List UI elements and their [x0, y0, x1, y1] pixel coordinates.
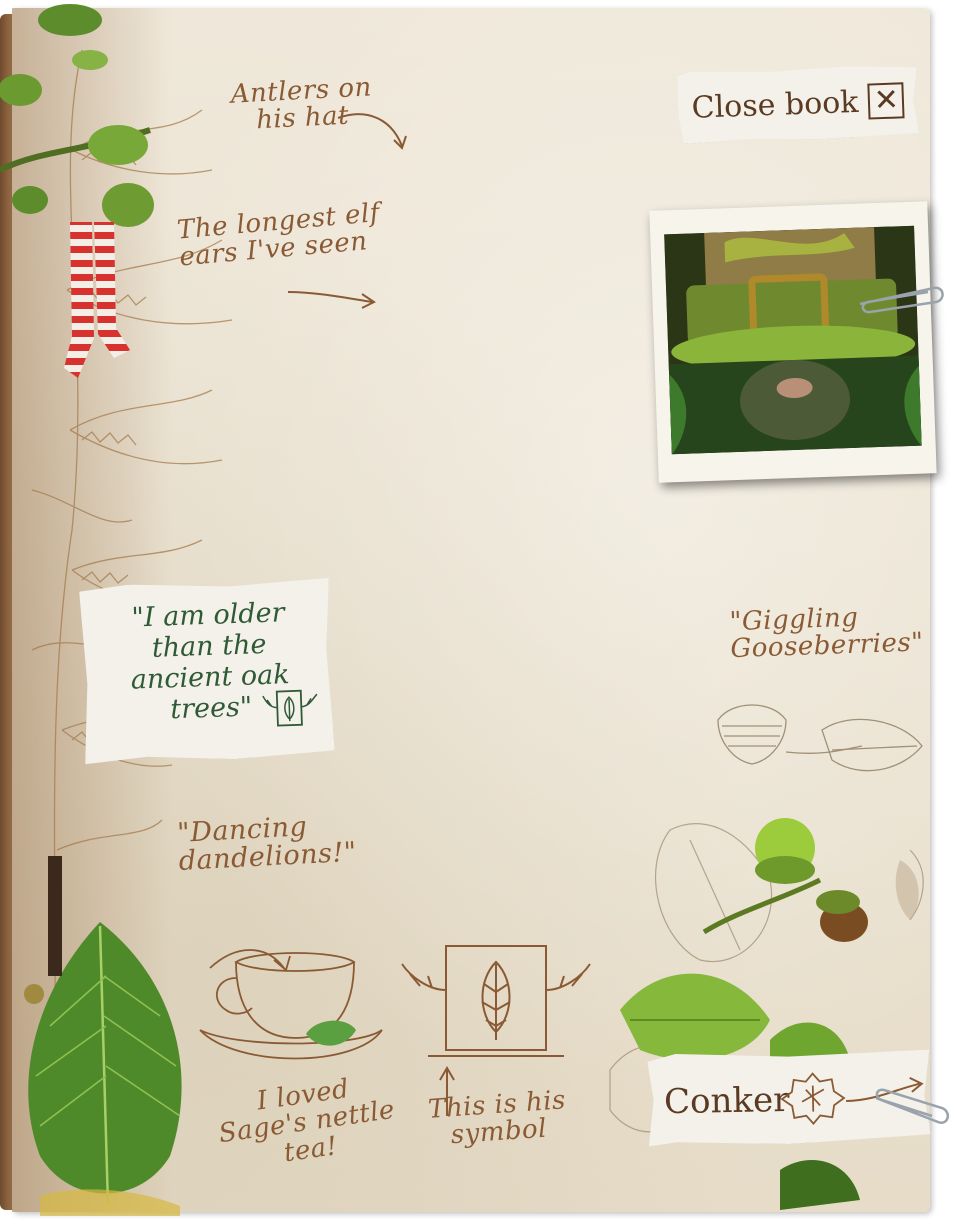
- teacup-sketch-illustration: [199, 949, 383, 1060]
- close-icon[interactable]: ✕: [868, 82, 905, 119]
- elf-symbol-sketch: [401, 945, 591, 1057]
- oak-leaf-symbol-icon: [261, 684, 321, 734]
- note-his-symbol: This is his symbol: [427, 1085, 567, 1151]
- paperclip-icon: [859, 286, 944, 314]
- note-dancing-dandelions: "Dancing dandelions!": [176, 811, 358, 878]
- polaroid-photo-frame: [649, 201, 937, 483]
- close-book-button[interactable]: Close book ✕: [677, 64, 919, 144]
- oak-acorn-illustration: [609, 818, 924, 1210]
- arrow-icon: [287, 291, 376, 309]
- conker-leaf-badge-icon: [780, 1071, 847, 1126]
- note-giggling-gooseberries: "Giggling Gooseberries": [729, 602, 925, 665]
- conker-label: Conker: [663, 1079, 790, 1123]
- paperclip-icon: [875, 1088, 950, 1124]
- quote-card: "I am older than the ancient oak trees": [79, 578, 335, 765]
- striped-stocking-illustration: [64, 222, 130, 378]
- close-book-label: Close book: [691, 84, 859, 126]
- acorn-sketch-illustration: [717, 704, 923, 772]
- storybook: Antlers on his hat The longest elf ears …: [0, 0, 964, 1220]
- arrow-icon: [337, 113, 407, 150]
- nettle-leaf-illustration: [24, 856, 182, 1216]
- elf-hat-photo: [664, 225, 922, 455]
